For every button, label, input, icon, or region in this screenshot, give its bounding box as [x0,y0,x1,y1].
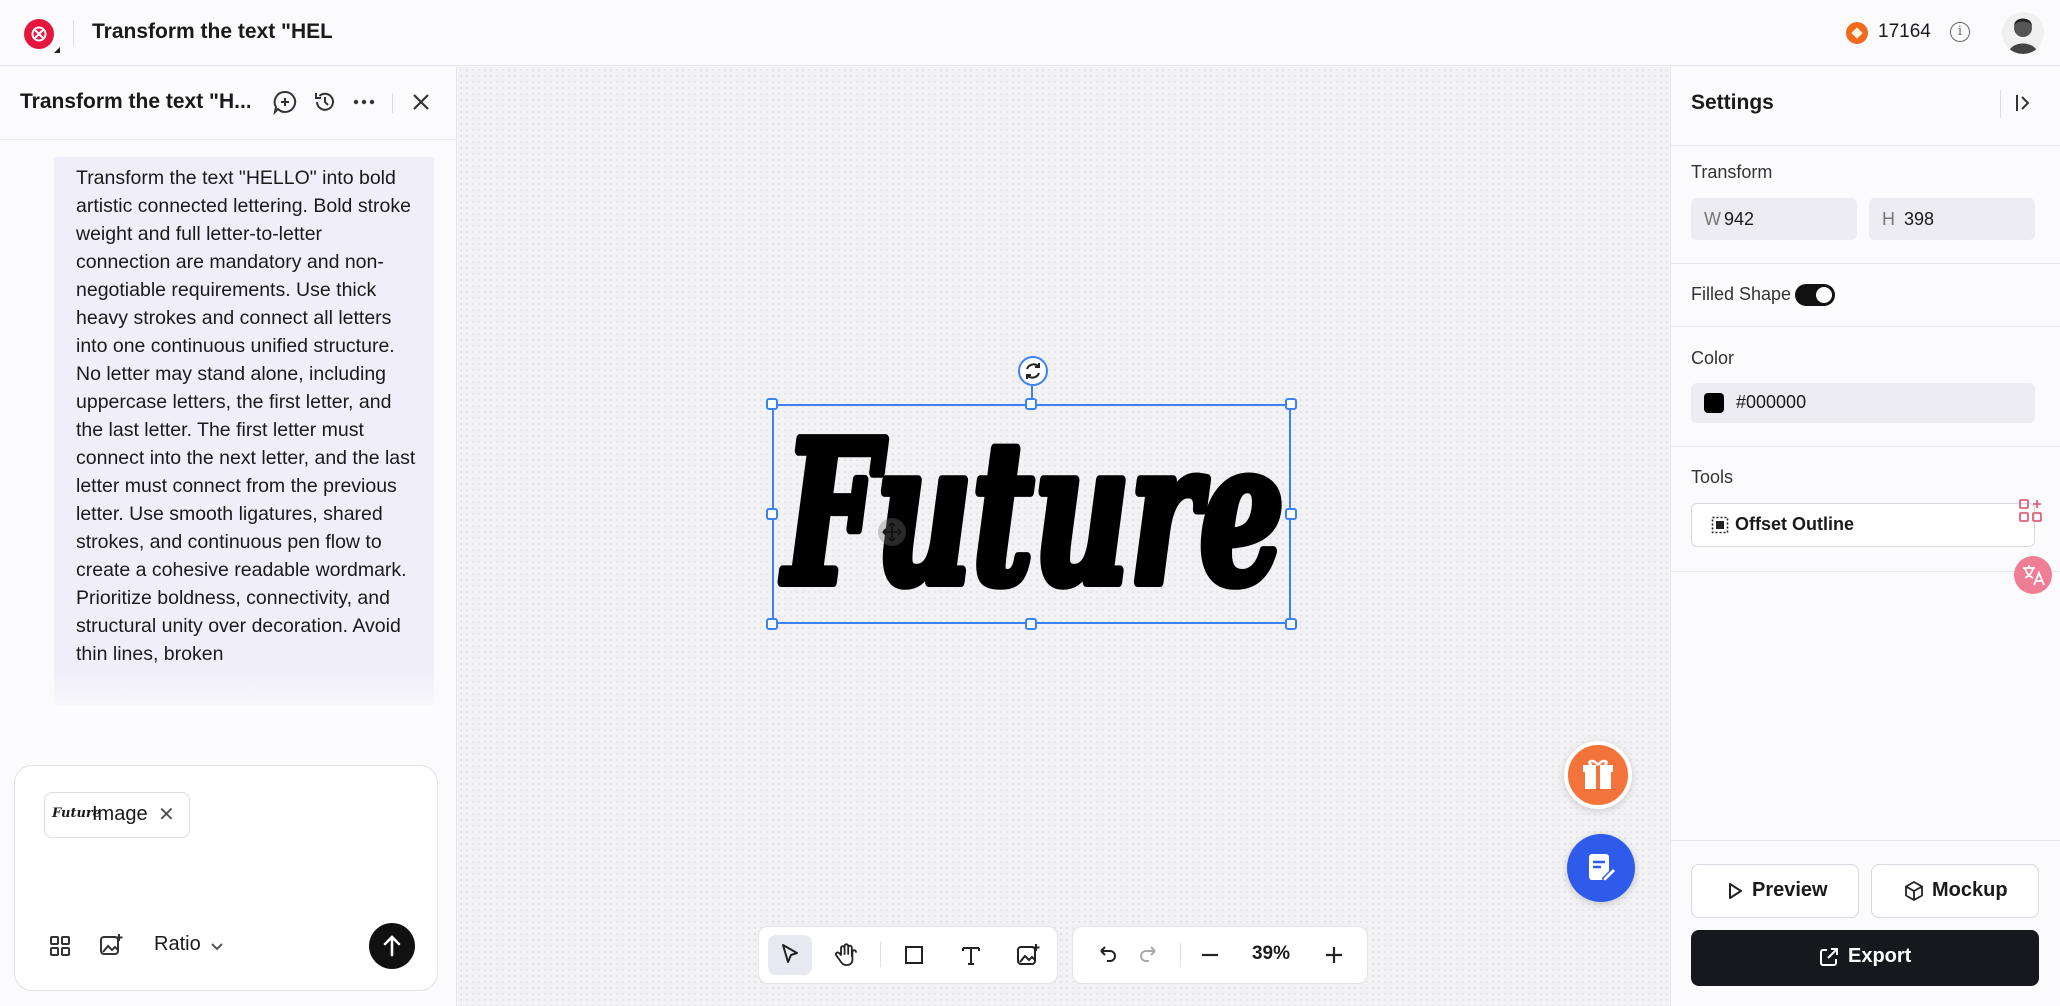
section-separator [1670,446,2060,447]
add-image-icon[interactable] [98,932,124,958]
header-divider [392,93,393,113]
selection-box[interactable] [772,404,1291,624]
panel-divider [2000,90,2001,118]
export-icon [1818,946,1840,968]
credits-count[interactable]: 17164 [1878,21,1938,45]
zoom-in-icon[interactable] [1320,941,1348,969]
history-icon[interactable] [312,89,338,115]
hand-tool-icon[interactable] [832,941,860,969]
chevron-down-icon[interactable] [209,938,225,954]
topbar-divider [73,20,74,46]
rectangle-tool-icon[interactable] [900,941,928,969]
send-button[interactable] [369,923,415,969]
text-tool-icon[interactable] [957,941,985,969]
export-label: Export [1848,945,1912,967]
height-value[interactable]: 398 [1904,209,1984,231]
rotate-handle-icon[interactable] [1018,356,1048,386]
user-message-text: Transform the text "HELLO" into bold art… [76,167,416,665]
section-separator [1670,840,2060,841]
attachment-label: Image [92,803,148,825]
filled-shape-toggle[interactable] [1795,284,1835,306]
toolbar-divider [1180,943,1181,967]
message-fade [54,670,434,730]
resize-handle-bottom-right[interactable] [1285,618,1297,630]
height-prefix: H [1882,209,1895,229]
filled-shape-label: Filled Shape [1691,284,1792,304]
undo-icon[interactable] [1092,941,1120,969]
select-tool-button[interactable] [768,935,812,975]
new-chat-icon[interactable] [272,89,298,116]
templates-grid-icon[interactable] [48,934,72,958]
collapse-panel-icon[interactable] [2012,91,2036,115]
remove-attachment-icon[interactable]: ✕ [158,802,178,826]
color-swatch[interactable] [1704,393,1724,413]
width-prefix: W [1704,209,1721,229]
resize-handle-left[interactable] [766,508,778,520]
zoom-level[interactable]: 39% [1246,943,1296,967]
section-separator [1670,145,2060,146]
document-title[interactable]: Transform the text "HELL [92,20,332,48]
section-separator [1670,326,2060,327]
redo-icon[interactable] [1136,941,1164,969]
chat-title: Transform the text "H... [20,90,250,113]
mockup-label: Mockup [1932,879,2008,901]
notes-edit-button[interactable] [1567,834,1635,902]
section-separator [1670,263,2060,264]
transform-label: Transform [1691,162,1773,182]
gift-button[interactable] [1564,741,1632,809]
ratio-dropdown[interactable]: Ratio [154,933,214,959]
cube-icon [1903,880,1925,902]
attachment-thumbnail: Future [52,806,102,821]
resize-handle-top-right[interactable] [1285,398,1297,410]
resize-handle-bottom[interactable] [1025,618,1037,630]
toolbar-divider [880,941,881,967]
zoom-out-icon[interactable] [1196,941,1224,969]
resize-handle-right[interactable] [1285,508,1297,520]
section-separator [1670,571,2060,572]
width-value[interactable]: 942 [1724,209,1804,231]
tools-label: Tools [1691,467,1734,487]
preview-label: Preview [1752,879,1828,901]
play-icon [1725,881,1745,901]
info-icon[interactable]: i [1950,22,1970,42]
avatar[interactable] [2002,12,2044,54]
apps-sparkle-icon[interactable] [2018,498,2044,524]
close-icon[interactable] [408,89,434,115]
offset-outline-label: Offset Outline [1735,514,1855,534]
offset-outline-icon [1711,516,1729,534]
color-label: Color [1691,348,1735,368]
resize-handle-top[interactable] [1025,398,1037,410]
move-cursor-icon [878,518,906,546]
translate-icon[interactable] [2014,556,2052,594]
resize-handle-top-left[interactable] [766,398,778,410]
image-tool-icon[interactable] [1014,941,1042,969]
color-hex-value[interactable]: #000000 [1736,392,1876,414]
credits-coin-icon [1846,22,1868,44]
more-options-icon[interactable] [351,89,377,115]
settings-title: Settings [1691,91,1774,114]
app-logo-icon[interactable] [24,19,60,53]
resize-handle-bottom-left[interactable] [766,618,778,630]
